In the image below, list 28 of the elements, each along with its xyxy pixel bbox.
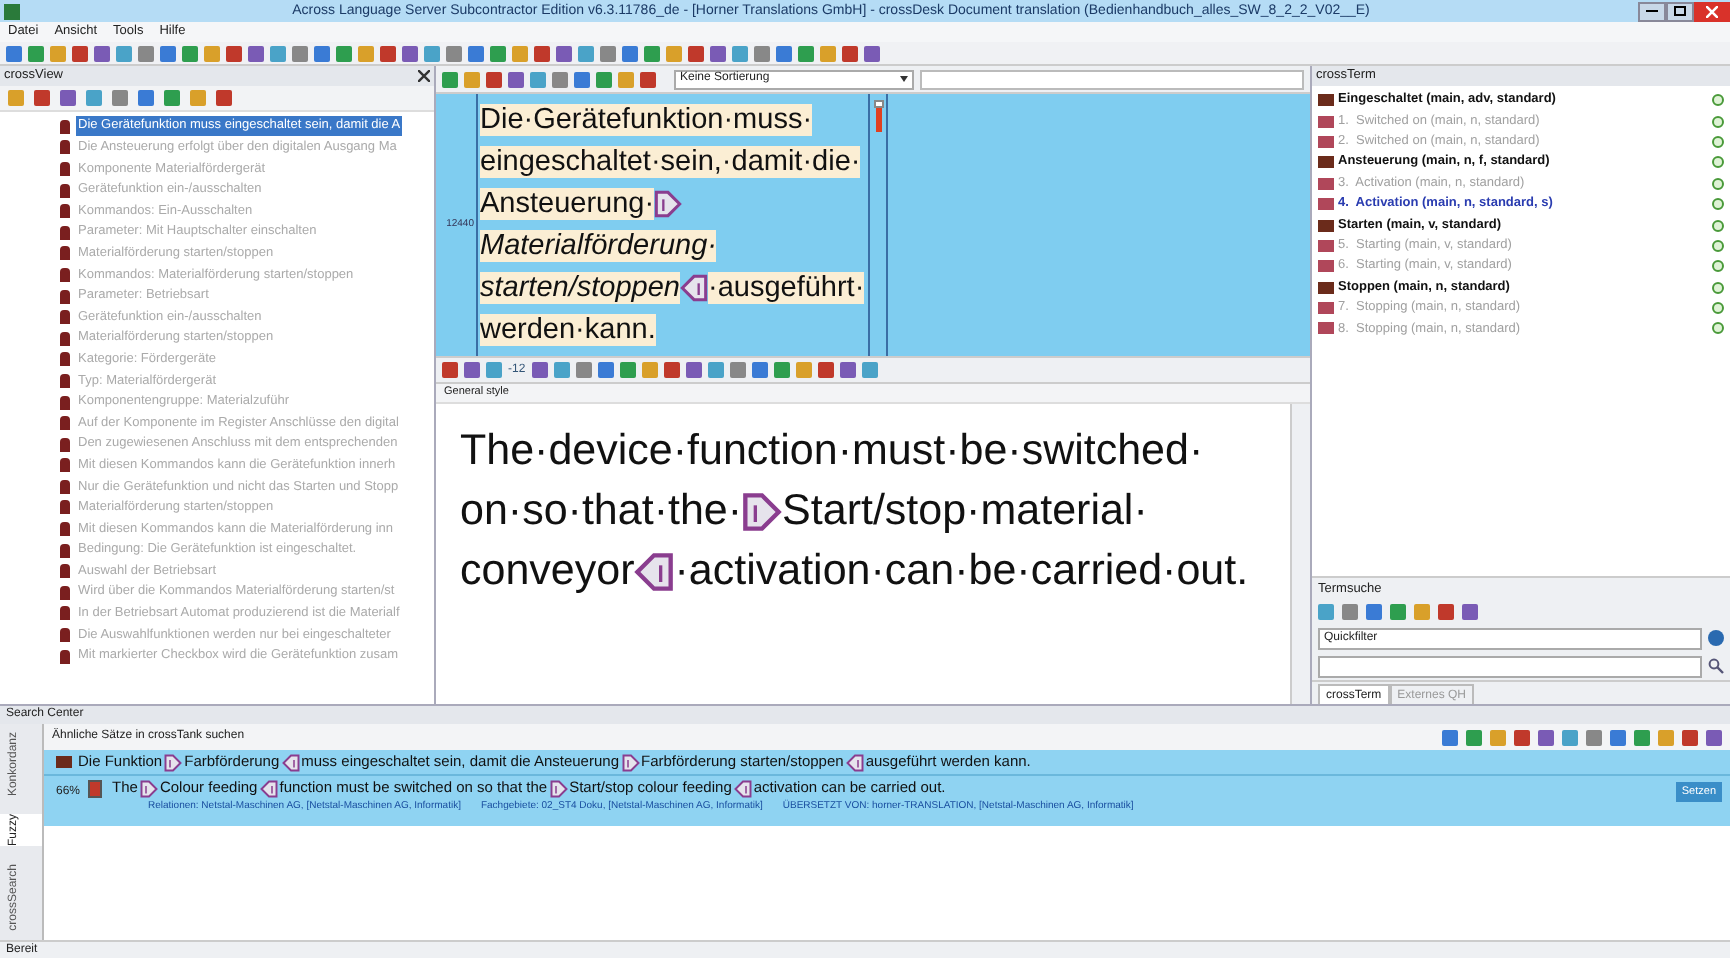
tag-start-icon bbox=[742, 492, 783, 533]
filter-icon[interactable] bbox=[1708, 630, 1724, 646]
maximize-button[interactable] bbox=[1666, 1, 1694, 21]
tag-end-icon bbox=[634, 552, 675, 593]
search-icon[interactable] bbox=[1708, 658, 1724, 674]
tag-start-icon bbox=[139, 779, 158, 797]
tag-start-icon bbox=[654, 190, 683, 219]
tag-end-icon bbox=[845, 753, 864, 771]
tag-start-icon bbox=[549, 779, 568, 797]
tag-end-icon bbox=[259, 779, 278, 797]
tag-end-icon bbox=[281, 753, 300, 771]
search-field[interactable] bbox=[1318, 655, 1702, 677]
tag-start-icon bbox=[164, 753, 183, 771]
source-segment-text: Die·Gerätefunktion·muss·eingeschaltet·sein,·damit·die·Ansteuerung· Materialförderung·starten/stoppen ·ausgeführt·werden·kann. bbox=[476, 94, 868, 356]
fuzzy-match-row[interactable] bbox=[44, 774, 1730, 826]
close-icon bbox=[1706, 5, 1718, 17]
document-icon bbox=[88, 780, 102, 798]
tag-start-icon bbox=[621, 753, 639, 771]
filter-field[interactable] bbox=[920, 69, 1304, 89]
tag-end-icon bbox=[679, 274, 708, 303]
status-marker-icon bbox=[875, 108, 881, 132]
flag-icon bbox=[56, 756, 72, 768]
minimize-button[interactable] bbox=[1638, 1, 1666, 21]
app-icon bbox=[4, 3, 20, 19]
close-icon[interactable] bbox=[418, 70, 430, 82]
tag-end-icon bbox=[733, 779, 752, 797]
scrollbar[interactable] bbox=[1290, 404, 1310, 704]
close-button[interactable] bbox=[1694, 1, 1730, 21]
